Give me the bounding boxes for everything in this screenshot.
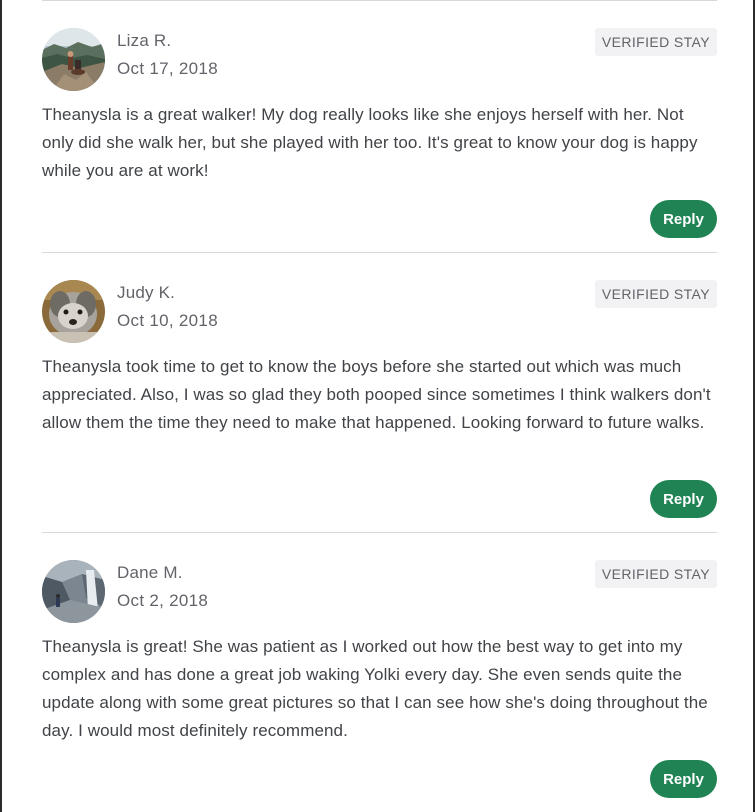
- review-date: Oct 2, 2018: [117, 591, 209, 610]
- review-item: Liza R. Oct 17, 2018 VERIFIED STAY Thean…: [42, 1, 717, 252]
- avatar-photo-mountains: [42, 28, 105, 91]
- reviews-panel: Liza R. Oct 17, 2018 VERIFIED STAY Thean…: [0, 0, 755, 812]
- reply-button[interactable]: Reply: [650, 200, 717, 238]
- review-list: Liza R. Oct 17, 2018 VERIFIED STAY Thean…: [42, 0, 717, 812]
- review-text: Theanysla took time to get to know the b…: [42, 357, 711, 432]
- review-item: Judy K. Oct 10, 2018 VERIFIED STAY Thean…: [42, 253, 717, 532]
- review-text: Theanysla is great! She was patient as I…: [42, 637, 708, 740]
- verified-stay-badge: VERIFIED STAY: [594, 280, 717, 308]
- avatar[interactable]: [42, 560, 105, 623]
- review-date: Oct 17, 2018: [117, 59, 218, 78]
- reviewer-name: Dane M.: [117, 563, 183, 582]
- reply-button[interactable]: Reply: [650, 480, 717, 518]
- avatar-photo-waterfall: [42, 560, 105, 623]
- reviewer-name: Judy K.: [117, 283, 176, 302]
- avatar[interactable]: [42, 280, 105, 343]
- reviewer-name: Liza R.: [117, 31, 172, 50]
- avatar-photo-dog: [42, 280, 105, 343]
- review-item: Dane M. Oct 2, 2018 VERIFIED STAY Theany…: [42, 533, 717, 812]
- verified-stay-badge: VERIFIED STAY: [594, 560, 717, 588]
- verified-stay-badge: VERIFIED STAY: [594, 28, 717, 56]
- review-date: Oct 10, 2018: [117, 311, 218, 330]
- reply-button[interactable]: Reply: [650, 760, 717, 798]
- review-text: Theanysla is a great walker! My dog real…: [42, 105, 698, 180]
- avatar[interactable]: [42, 28, 105, 91]
